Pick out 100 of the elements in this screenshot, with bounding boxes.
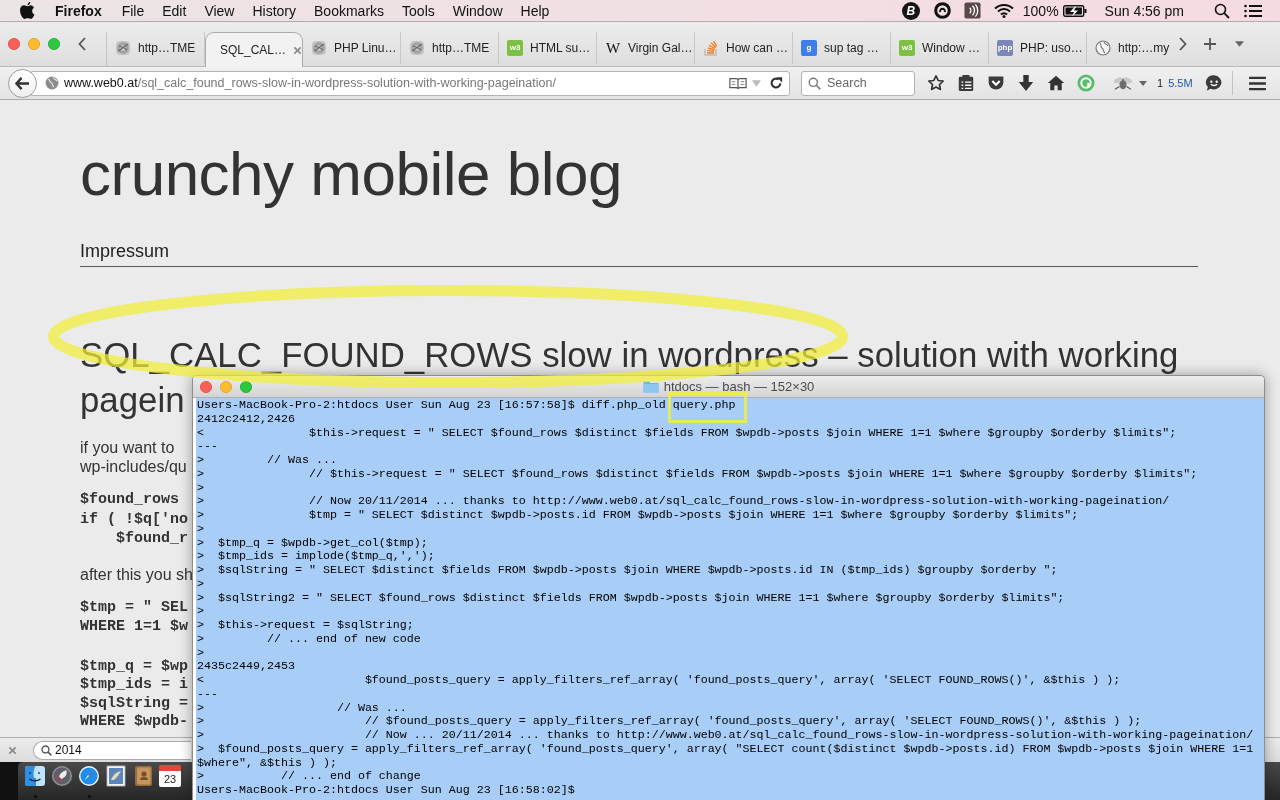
list-icon[interactable] (1244, 3, 1262, 18)
new-tab-icon[interactable] (1203, 37, 1218, 51)
terminal-line: < $this->request = " SELECT $found_rows $distinct $fields FROM $wpdb->posts $join WHERE 1=1 $where $groupby $orderby $limits"; (197, 426, 1177, 441)
terminal-line: > // Was ... (197, 701, 407, 716)
nav-link[interactable]: Impressum (80, 240, 169, 262)
paragraph-text: if you want to wp-includes/qu (80, 438, 187, 476)
menu-item[interactable]: Help (511, 0, 559, 21)
folder-icon (642, 380, 659, 393)
close-window-icon[interactable] (200, 380, 212, 393)
browser-tab[interactable]: http:…my (1087, 32, 1172, 64)
back-arrow-icon (15, 76, 30, 90)
find-field[interactable]: 2014 (33, 740, 191, 760)
search-field[interactable]: Search (801, 70, 915, 96)
close-find-bar-icon[interactable] (8, 745, 17, 755)
pocket-icon[interactable] (987, 74, 1005, 92)
bookmark-star-icon[interactable] (927, 74, 945, 92)
reader-view-icon[interactable] (729, 76, 747, 90)
apple-logo-icon[interactable] (20, 2, 35, 19)
terminal-line: > // Was ... (197, 454, 337, 468)
menu-item[interactable]: Window (443, 0, 512, 21)
terminal-line: > $found_posts_query = apply_filters_ref_array( 'found_posts_query', array( "SELECT count($distinct $wpdb->posts.id) FROM $wpdb->posts $join WHERE 1=1 (197, 742, 1254, 757)
terminal-line: > $sqlString = " SELECT $distinct $fields FROM $wpdb->posts $join WHERE $wpdb->posts.id IN ($tmp_ids) $groupby $orderby "; (197, 564, 1058, 578)
chevron-right-icon[interactable] (1179, 37, 1188, 51)
menu-clock[interactable]: Sun 4:56 pm (1096, 0, 1192, 21)
download-icon[interactable] (1017, 74, 1035, 92)
browser-tab[interactable]: http…TME (401, 32, 499, 64)
globe-icon (45, 76, 59, 90)
browser-tab[interactable]: PHP Linu… (303, 32, 401, 64)
site-favicon-icon: W (605, 40, 621, 56)
search-icon[interactable] (1214, 2, 1230, 19)
browser-tab[interactable]: g sup tag … (793, 32, 891, 64)
terminal-line: --- (197, 687, 218, 702)
terminal-line: > // Now 20/11/2014 ... thanks to http://www.web0.at/sql_calc_found_rows-slow-in-wordpress-solution-with-working-pageination/ (197, 495, 1170, 509)
browser-tab[interactable]: How can … (695, 32, 793, 64)
battery-charging-icon[interactable] (1062, 4, 1087, 17)
terminal-line: > // ... end of change (197, 770, 421, 784)
back-button[interactable] (8, 68, 37, 98)
ring-icon[interactable] (933, 2, 951, 19)
insect-icon[interactable] (1113, 75, 1133, 91)
terminal-line: > (197, 481, 204, 496)
window-title: htdocs — bash — 152×30 (663, 379, 815, 394)
terminal-line: --- (197, 440, 218, 454)
search-icon (808, 76, 821, 90)
terminal-line: > $tmp_q = $wpdb->get_col($tmp); (197, 536, 428, 551)
chevron-left-icon[interactable] (78, 37, 86, 51)
menu-item[interactable]: History (243, 0, 306, 21)
wifi-icon[interactable] (993, 3, 1014, 18)
calendar-icon[interactable]: 23 (159, 765, 181, 787)
site-favicon-icon: w3 (899, 40, 915, 56)
address-book-icon[interactable] (132, 765, 154, 787)
code-snippet: $tmp_q = $wp $tmp_ids = i $sqlString = WHERE $wpdb- (80, 657, 189, 732)
browser-tab[interactable]: SQL_CAL… (205, 32, 303, 67)
home-icon[interactable] (1047, 74, 1065, 92)
page-favicon-icon (409, 40, 425, 56)
close-tab-icon[interactable] (293, 45, 303, 55)
addon-size[interactable]: 5.5M (1168, 77, 1193, 89)
site-favicon-icon: w3 (507, 40, 523, 56)
terminal-line: > $tmp_ids = implode($tmp_q,','); (197, 550, 435, 564)
menu-icon[interactable] (1247, 75, 1267, 91)
paragraph-text: after this you sh (80, 564, 193, 584)
browser-tab[interactable]: w3 HTML su… (499, 32, 597, 64)
browser-tab[interactable]: W Virgin Gal… (597, 32, 695, 64)
stamp-icon[interactable] (105, 765, 127, 787)
menu-item[interactable]: Tools (393, 0, 444, 21)
browser-tab[interactable]: http…TME (107, 32, 205, 64)
terminal-line: > $tmp = " SELECT $distinct $wpdb->posts.id FROM $wpdb->posts $join WHERE 1=1 $where $groupby $orderby $limits"; (197, 509, 1079, 523)
rocket-icon[interactable] (51, 765, 73, 787)
dropdown-caret-icon[interactable] (1139, 80, 1147, 86)
terminal-line: 2435c2449,2453 (197, 660, 295, 674)
browser-tab[interactable]: php PHP: uso… (989, 32, 1087, 64)
terminal-line: > // Now ... 20/11/2014 ... thanks to http://www.web0.at/sql_calc_found_rows-slow-in-wordpress-solution-with-working-pageination/ (197, 729, 1254, 743)
stacked-lines-icon (703, 40, 719, 56)
site-favicon-icon: g (801, 40, 817, 56)
terminal-line: > $sqlString2 = " SELECT $found_rows $distinct $fields FROM $wpdb->posts $join WHERE 1=1 $where $groupby $orderby $limits"; (197, 591, 1065, 606)
blog-title[interactable]: crunchy mobile blog (80, 138, 622, 210)
address-field[interactable]: www.web0.at/sql_calc_found_rows-slow-in-wordpress-solution-with-working-pageination/ (31, 70, 790, 96)
compass-icon[interactable] (78, 765, 100, 787)
bookmarks-list-icon[interactable] (957, 74, 975, 92)
terminal-line: > // $this->request = " SELECT $found_rows $distinct $fields FROM $wpdb->posts $join WHERE 1=1 $where $groupby $orderby $limits"; (197, 467, 1198, 482)
status-menu-icon[interactable]: B (901, 1, 920, 20)
menu-item[interactable]: View (195, 0, 244, 21)
terminal-line: > $this->request = $sqlString; (197, 619, 414, 633)
terminal-line: $where", &$this ) ); (197, 756, 337, 771)
menu-item[interactable]: Bookmarks (305, 0, 394, 21)
terminal-line: > (197, 577, 204, 592)
code-snippet: $tmp = " SEL WHERE 1=1 $w (80, 597, 189, 637)
finder-icon[interactable] (24, 765, 46, 787)
sound-waves-icon[interactable] (963, 2, 981, 19)
addon-count: 1 (1157, 77, 1164, 89)
app-menu[interactable]: Firefox (49, 0, 111, 21)
menu-item[interactable]: File (112, 0, 154, 21)
tab-list-caret-icon[interactable] (1235, 41, 1245, 47)
search-icon (41, 744, 52, 756)
reload-icon[interactable] (769, 76, 783, 90)
browser-tab[interactable]: w3 Window … (891, 32, 989, 64)
site-favicon-icon: php (997, 40, 1013, 56)
chat-bubble-icon[interactable] (1204, 74, 1223, 92)
battery-percentage[interactable]: 100% (1018, 0, 1063, 21)
menu-item[interactable]: Edit (153, 0, 196, 21)
close-window-icon[interactable] (8, 38, 20, 50)
